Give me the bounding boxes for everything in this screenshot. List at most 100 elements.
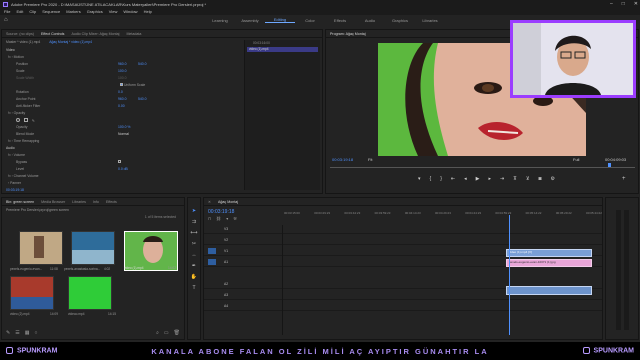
- menu-sequence[interactable]: Sequence: [42, 9, 60, 14]
- position-x-value[interactable]: 960.0: [118, 62, 127, 66]
- play-icon[interactable]: ▶: [476, 176, 480, 182]
- add-marker-icon[interactable]: ▾: [226, 216, 228, 221]
- position-y-value[interactable]: 540.0: [138, 62, 147, 66]
- ripple-edit-icon[interactable]: ⟷: [190, 230, 197, 236]
- quality-select[interactable]: Full: [573, 157, 579, 162]
- tab-media-browser[interactable]: Media Browser: [41, 200, 65, 204]
- timeline-clip[interactable]: pexels-eugenio-evan-10071 (1).jpg: [506, 259, 592, 267]
- program-scrubber[interactable]: [330, 165, 635, 168]
- maximize-button[interactable]: □: [622, 1, 625, 7]
- anchor-y-value[interactable]: 540.0: [138, 97, 147, 101]
- menu-file[interactable]: File: [4, 9, 10, 14]
- add-marker-icon[interactable]: ▾: [418, 176, 421, 182]
- ellipse-mask-icon[interactable]: [16, 118, 20, 122]
- pencil-icon[interactable]: ✎: [6, 330, 10, 336]
- pen-mask-icon[interactable]: ✎: [32, 119, 35, 123]
- menu-markers[interactable]: Markers: [66, 9, 80, 14]
- mark-out-icon[interactable]: }: [440, 176, 442, 182]
- camera-icon[interactable]: ◙: [539, 176, 542, 182]
- tab-effect-controls[interactable]: Effect Controls: [41, 32, 65, 36]
- timeline-sequence-tab[interactable]: Ağaç Montaj: [218, 200, 238, 204]
- timeline-timecode[interactable]: 00:03:19:18: [208, 209, 234, 215]
- fx-panner[interactable]: › Panner: [8, 181, 21, 185]
- wrench-icon[interactable]: ⚒: [233, 216, 237, 221]
- clip-thumbnail[interactable]: [19, 231, 63, 265]
- source-patch[interactable]: [208, 259, 216, 265]
- timeline-ruler[interactable]: 00:03:15:00 00:03:29:23 00:03:44:23 00:0…: [284, 211, 602, 219]
- button-editor-icon[interactable]: +: [622, 176, 626, 182]
- track-a4[interactable]: A4: [204, 302, 602, 311]
- track-select-icon[interactable]: ⇉: [192, 219, 196, 225]
- checkbox-icon[interactable]: [120, 83, 123, 86]
- home-icon[interactable]: ⌂: [4, 17, 8, 23]
- program-timecode[interactable]: 00:03:19:18: [332, 157, 353, 162]
- clip-thumbnail[interactable]: [68, 276, 112, 310]
- tab-bin-green-screen[interactable]: Bin: green screen: [6, 200, 34, 204]
- opacity-value[interactable]: 100.0 %: [118, 125, 130, 129]
- clip-thumbnail[interactable]: [10, 276, 54, 310]
- step-forward-icon[interactable]: ▸: [488, 176, 491, 182]
- clip-thumbnail[interactable]: [71, 231, 115, 265]
- clip-thumbnail-selected[interactable]: [124, 231, 178, 271]
- zoom-slider-icon[interactable]: ○: [34, 330, 37, 336]
- mark-in-icon[interactable]: {: [430, 176, 432, 182]
- timeline-playhead[interactable]: [509, 215, 510, 335]
- workspace-assembly[interactable]: Assembly: [235, 18, 265, 23]
- tab-audio-clip-mixer[interactable]: Audio Clip Mixer: Ağaç Montaj: [71, 32, 119, 36]
- fx-opacity[interactable]: fx › Opacity: [8, 111, 25, 115]
- timeline-clip[interactable]: [506, 286, 592, 295]
- source-patch[interactable]: [208, 248, 216, 254]
- tab-source[interactable]: Source: (no clips): [6, 32, 34, 36]
- workspace-libraries[interactable]: Libraries: [415, 18, 445, 23]
- minimize-button[interactable]: –: [610, 1, 613, 7]
- new-bin-icon[interactable]: ▭: [164, 330, 169, 336]
- menu-view[interactable]: View: [109, 9, 118, 14]
- settings-icon[interactable]: ⚙: [551, 176, 555, 182]
- effect-timecode[interactable]: 00:03:19:18: [6, 188, 24, 192]
- linked-selection-icon[interactable]: ⛓: [216, 216, 221, 221]
- extract-icon[interactable]: ⊻: [526, 176, 530, 182]
- anchor-x-value[interactable]: 960.0: [118, 97, 127, 101]
- type-tool-icon[interactable]: T: [192, 285, 195, 291]
- master-clip-selector[interactable]: Master * video (1).mp4 Ağaç Montaj * vid…: [6, 40, 92, 44]
- track-v3[interactable]: V3: [204, 225, 602, 234]
- effect-mini-timeline[interactable]: 00:03:16:00 video (1).mp4: [244, 40, 320, 190]
- rect-mask-icon[interactable]: [23, 118, 28, 122]
- slip-tool-icon[interactable]: ↔: [192, 252, 197, 258]
- scale-value[interactable]: 100.0: [118, 69, 127, 73]
- tab-info[interactable]: Info: [93, 200, 99, 204]
- workspace-graphics[interactable]: Graphics: [385, 18, 415, 23]
- level-value[interactable]: 0.0 dB: [118, 167, 128, 171]
- hand-tool-icon[interactable]: ✋: [191, 274, 197, 280]
- tab-effects[interactable]: Effects: [106, 200, 117, 204]
- playhead-marker[interactable]: [608, 163, 611, 167]
- bypass-checkbox[interactable]: [118, 160, 121, 163]
- menu-clip[interactable]: Clip: [29, 9, 36, 14]
- tab-metadata[interactable]: Metadata: [126, 32, 141, 36]
- workspace-effects[interactable]: Effects: [325, 18, 355, 23]
- go-to-in-icon[interactable]: ⇤: [451, 176, 455, 182]
- list-view-icon[interactable]: ☰: [15, 330, 19, 336]
- workspace-color[interactable]: Color: [295, 18, 325, 23]
- fx-motion[interactable]: fx › Motion: [8, 55, 24, 59]
- fx-channel-volume[interactable]: fx › Channel Volume: [8, 174, 39, 178]
- uniform-scale-row[interactable]: Uniform Scale: [120, 83, 145, 87]
- trash-icon[interactable]: 🗑: [174, 330, 180, 336]
- workspace-editing[interactable]: Editing: [265, 17, 295, 23]
- lift-icon[interactable]: ⊼: [513, 176, 517, 182]
- blend-mode-select[interactable]: Normal: [118, 132, 129, 136]
- selection-tool-icon[interactable]: ➤: [192, 208, 196, 214]
- menu-help[interactable]: Help: [144, 9, 152, 14]
- program-monitor-title[interactable]: Program: Ağaç Montaj: [330, 32, 366, 36]
- tab-libraries[interactable]: Libraries: [72, 200, 86, 204]
- fx-volume[interactable]: fx › Volume: [8, 153, 25, 157]
- flicker-value[interactable]: 0.00: [118, 104, 125, 108]
- icon-view-icon[interactable]: ▦: [25, 330, 30, 336]
- zoom-select[interactable]: Fit: [368, 157, 372, 162]
- timeline-clip[interactable]: video (1).mp4 [V]: [506, 249, 592, 257]
- search-icon[interactable]: ⌕: [156, 330, 159, 336]
- sequence-clip-label[interactable]: Ağaç Montaj * video (1).mp4: [49, 40, 92, 44]
- pen-tool-icon[interactable]: ✒: [192, 263, 196, 269]
- track-v2[interactable]: V2: [204, 236, 602, 245]
- close-tab-icon[interactable]: ✕: [208, 200, 211, 204]
